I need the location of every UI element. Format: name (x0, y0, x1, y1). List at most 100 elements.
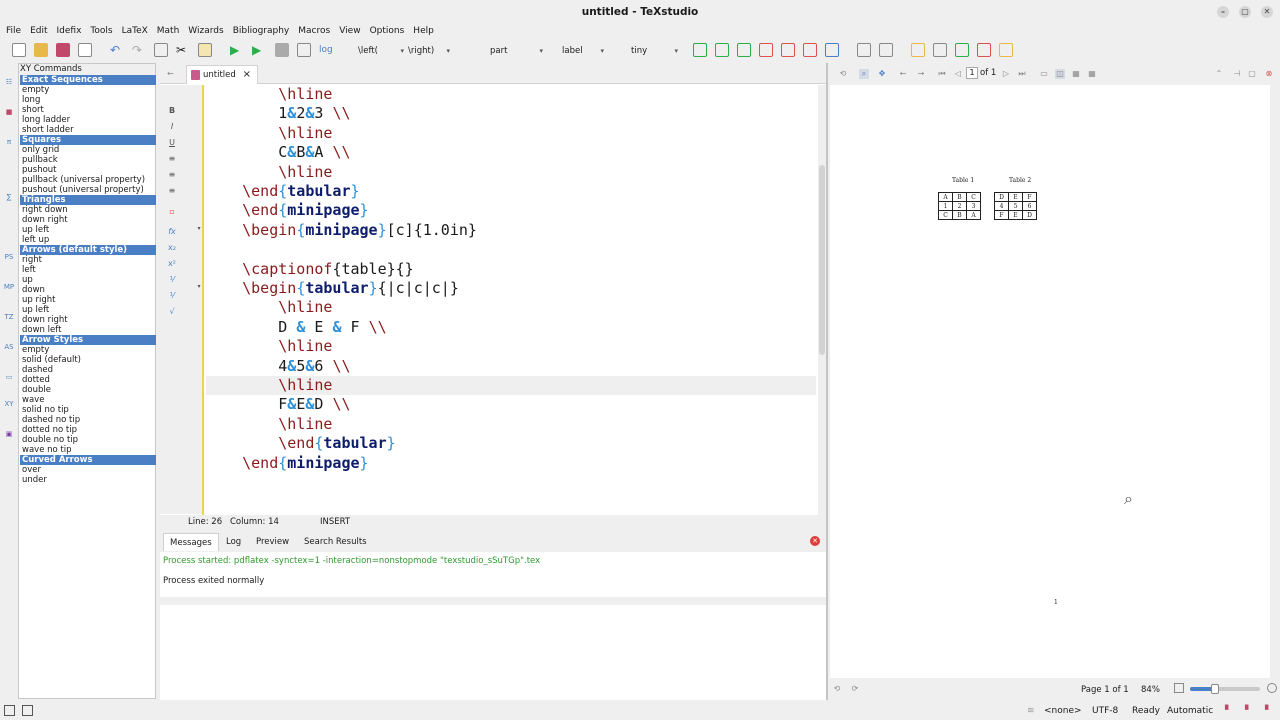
comment-icon[interactable] (911, 43, 925, 57)
xy-command-item[interactable]: up left (20, 225, 156, 235)
xy-command-item[interactable]: up left (20, 305, 156, 315)
tab-messages[interactable]: Messages (163, 533, 219, 551)
menu-math[interactable]: Math (157, 24, 180, 39)
xy-command-item[interactable]: down left (20, 325, 156, 335)
view-log-icon[interactable]: log (319, 43, 333, 57)
close-file-icon[interactable] (78, 43, 92, 57)
asymptote-icon[interactable]: AS (3, 340, 15, 354)
grid-icon[interactable]: ▦ (1087, 69, 1097, 79)
structure-icon[interactable]: ☷ (3, 75, 15, 89)
editor-scrollbar[interactable] (818, 85, 826, 529)
xy-command-item[interactable]: double (20, 385, 156, 395)
xy-command-item[interactable]: short (20, 105, 156, 115)
xy-command-item[interactable]: pushout (20, 165, 156, 175)
back-icon[interactable]: ← (898, 69, 908, 79)
menu-view[interactable]: View (339, 24, 360, 39)
zoom-in-icon[interactable] (1267, 683, 1277, 693)
embed-icon[interactable]: ⊣ (1232, 69, 1242, 79)
xy-command-item[interactable]: over (20, 465, 156, 475)
xy-command-item[interactable]: pullback (universal property) (20, 175, 156, 185)
redo-icon[interactable]: ↷ (132, 43, 146, 57)
menu-file[interactable]: File (6, 24, 21, 39)
bookmark-status-icon[interactable]: ▘ (1225, 705, 1232, 717)
align-right-icon[interactable]: ≡ (165, 186, 179, 195)
code-line[interactable]: \end{minipage} (206, 454, 816, 473)
xy-command-item[interactable]: empty (20, 345, 156, 355)
bookmark-icon[interactable] (857, 43, 871, 57)
code-line[interactable]: \hline (206, 298, 816, 317)
dfrac-icon[interactable]: ⅟ (165, 291, 179, 300)
menu-tools[interactable]: Tools (90, 24, 112, 39)
beamer-icon[interactable]: ▣ (3, 427, 15, 441)
code-line[interactable]: D & E & F \\ (206, 318, 816, 337)
view-pdf-icon[interactable] (297, 43, 311, 57)
next-page-icon[interactable]: ▷ (1001, 69, 1011, 79)
fraction-icon[interactable]: ⅟ (165, 275, 179, 284)
subscript-icon[interactable]: x₂ (165, 243, 179, 252)
tikz-icon[interactable]: TZ (3, 310, 15, 324)
first-page-icon[interactable]: ⏮ (937, 69, 947, 79)
xy-command-item[interactable]: pullback (20, 155, 156, 165)
font-size-dropdown[interactable]: tiny ▾ (631, 44, 678, 58)
menu-wizards[interactable]: Wizards (188, 24, 223, 39)
editor-scroll-thumb[interactable] (819, 165, 825, 355)
remove-column-icon[interactable] (781, 43, 795, 57)
italic-icon[interactable]: I (165, 122, 179, 131)
code-line[interactable]: \hline (206, 85, 816, 104)
code-line[interactable]: \end{tabular} (206, 182, 816, 201)
cut-icon[interactable]: ✂ (176, 43, 190, 57)
sqrt-icon[interactable]: √ (165, 307, 179, 316)
table-format-icon[interactable] (825, 43, 839, 57)
tab-preview[interactable]: Preview (250, 533, 295, 551)
maximize-icon[interactable]: ▢ (1239, 6, 1251, 18)
xy-command-item[interactable]: right down (20, 205, 156, 215)
mode-indicator[interactable]: Automatic (1167, 705, 1213, 717)
menu-bibliography[interactable]: Bibliography (233, 24, 290, 39)
menu-help[interactable]: Help (413, 24, 434, 39)
encoding-indicator[interactable]: UTF-8 (1092, 705, 1118, 717)
sync-icon[interactable]: ⟲ (838, 69, 848, 79)
code-line[interactable]: \hline (206, 163, 816, 182)
xy-command-item[interactable]: right (20, 255, 156, 265)
code-line[interactable]: \hline (206, 415, 816, 434)
undo-icon[interactable]: ↶ (110, 43, 124, 57)
xy-command-item[interactable]: left up (20, 235, 156, 245)
xy-category-header[interactable]: Squares (20, 135, 156, 145)
toggle-sidepanel-icon[interactable] (4, 705, 15, 716)
code-line[interactable]: \hline (206, 337, 816, 356)
xy-command-item[interactable]: wave no tip (20, 445, 156, 455)
xy-command-item[interactable]: only grid (20, 145, 156, 155)
menu-options[interactable]: Options (370, 24, 405, 39)
bookmark-status-icon[interactable]: ▘ (1265, 705, 1272, 717)
pstricks-icon[interactable]: PS (3, 250, 15, 264)
continuous-icon[interactable]: ▦ (1071, 69, 1081, 79)
align-center-icon[interactable]: ≡ (165, 170, 179, 179)
tab-close-icon[interactable]: × (243, 66, 251, 84)
copy-icon[interactable] (154, 43, 168, 57)
insert-column-icon[interactable] (737, 43, 751, 57)
open-file-icon[interactable] (34, 43, 48, 57)
xy-category-header[interactable]: Arrow Styles (20, 335, 156, 345)
forward-icon[interactable]: → (916, 69, 926, 79)
tab-search-results[interactable]: Search Results (298, 533, 373, 551)
xy-command-item[interactable]: left (20, 265, 156, 275)
window-icon[interactable]: ▢ (1247, 69, 1257, 79)
superscript-icon[interactable]: x² (165, 259, 179, 268)
new-file-icon[interactable] (12, 43, 26, 57)
code-line[interactable]: \end{tabular} (206, 434, 816, 453)
template-icon[interactable] (879, 43, 893, 57)
code-line[interactable]: 4&5&6 \\ (206, 357, 816, 376)
xy-command-item[interactable]: solid no tip (20, 405, 156, 415)
clear-table-icon[interactable] (803, 43, 817, 57)
xy-command-item[interactable]: down right (20, 215, 156, 225)
menu-macros[interactable]: Macros (298, 24, 330, 39)
xy-command-item[interactable]: under (20, 475, 156, 485)
zoom-out-icon[interactable] (1174, 683, 1184, 693)
math-icon[interactable]: ∑ (3, 190, 15, 204)
align-left-icon[interactable]: ≡ (165, 154, 179, 163)
language-indicator[interactable]: <none> (1044, 705, 1082, 717)
tabular-icon[interactable] (693, 43, 707, 57)
fit-width-icon[interactable]: ▭ (1039, 69, 1049, 79)
xy-command-item[interactable]: pushout (universal property) (20, 185, 156, 195)
remove-row-icon[interactable] (759, 43, 773, 57)
